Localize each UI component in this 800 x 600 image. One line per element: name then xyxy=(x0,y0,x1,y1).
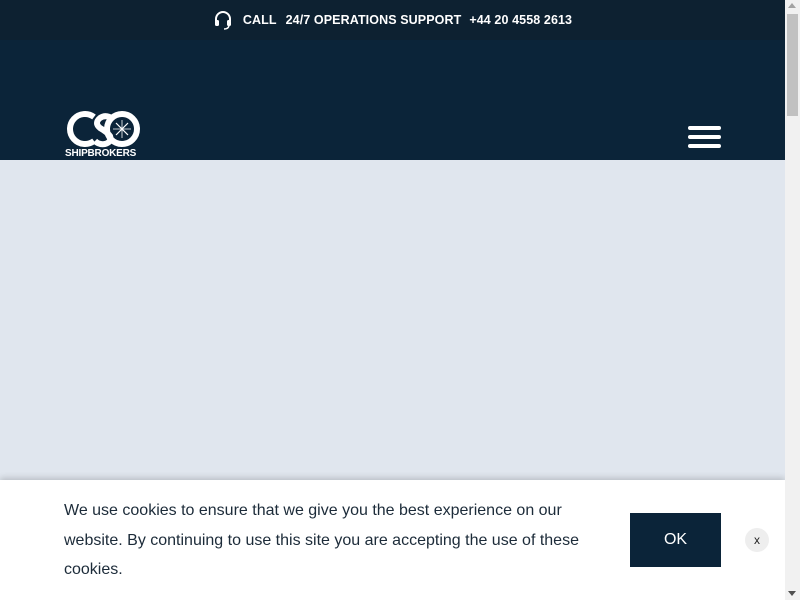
cookie-consent-bar: We use cookies to ensure that we give yo… xyxy=(0,480,785,600)
hamburger-menu-icon[interactable] xyxy=(688,126,721,150)
logo-mark xyxy=(67,111,140,148)
scroll-up-arrow-icon[interactable] xyxy=(788,3,796,8)
support-phone-link[interactable]: +44 20 4558 2613 xyxy=(469,13,572,27)
support-topbar: CALL 24/7 OPERATIONS SUPPORT +44 20 4558… xyxy=(0,0,785,40)
cso-shipbrokers-logo[interactable]: SHIPBROKERS xyxy=(64,109,142,161)
site-header: SHIPBROKERS xyxy=(0,40,785,160)
support-label: 24/7 OPERATIONS SUPPORT xyxy=(285,13,462,27)
headset-icon xyxy=(213,10,233,30)
cookie-message: We use cookies to ensure that we give yo… xyxy=(64,502,579,578)
call-label: CALL xyxy=(242,13,277,27)
scroll-down-arrow-icon[interactable] xyxy=(788,591,796,596)
cookie-ok-button[interactable]: OK xyxy=(630,513,721,567)
logo-wordmark: SHIPBROKERS xyxy=(65,148,137,159)
scroll-thumb[interactable] xyxy=(787,14,798,116)
cookie-close-button[interactable]: x xyxy=(745,528,769,552)
page-scrollbar[interactable] xyxy=(785,0,800,600)
